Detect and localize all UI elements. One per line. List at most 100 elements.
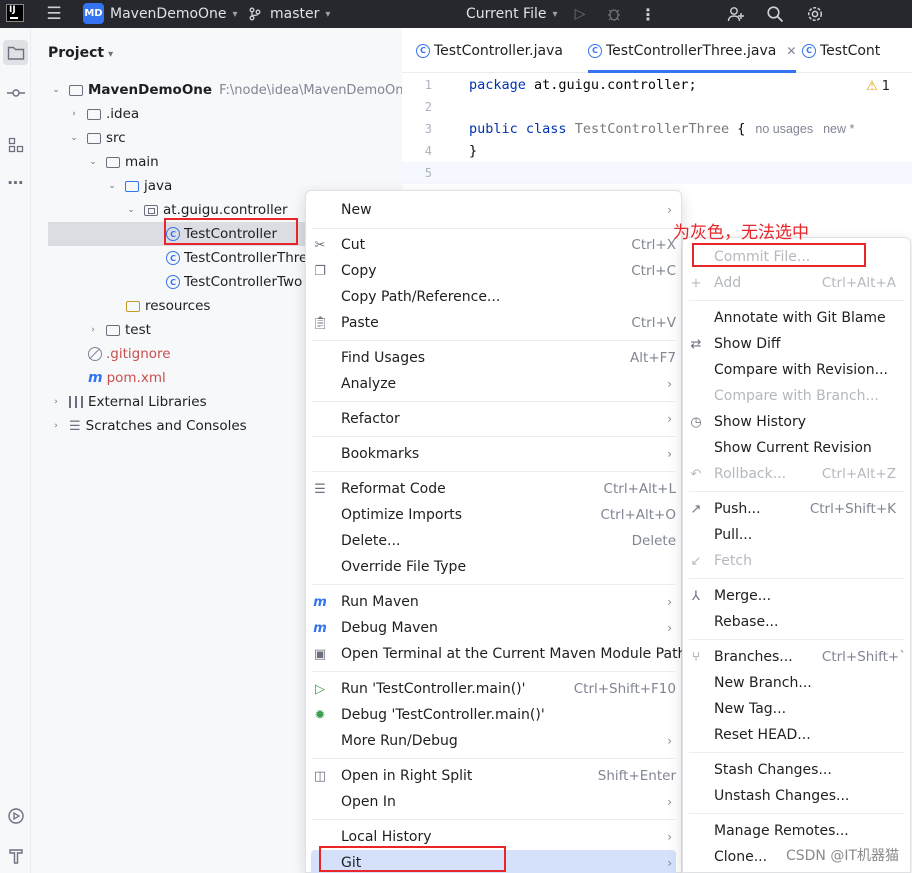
menu-item-delete[interactable]: Delete... Delete [306,528,681,554]
menu-item-more-run-debug[interactable]: More Run/Debug › [306,728,681,754]
tree-item-src[interactable]: ⌄ src [69,126,126,150]
project-badge[interactable]: MD [83,3,104,24]
git-item-merge[interactable]: ⅄ Merge... [683,583,910,609]
branch-name: master [270,6,320,22]
left-tool-strip: ⋯ [0,28,31,873]
inspection-widget[interactable]: ⚠ 1 [866,79,890,94]
project-panel-title[interactable]: Project ▾ [48,45,113,61]
menu-item-find-usages[interactable]: Find Usages Alt+F7 [306,345,681,371]
menu-item-reformat-code[interactable]: ☰ Reformat Code Ctrl+Alt+L [306,476,681,502]
collapsed-arrow-icon[interactable]: › [51,397,61,407]
expanded-arrow-icon[interactable]: ⌄ [51,85,61,95]
submenu-arrow-icon: › [667,621,672,635]
tree-item-testcontrollerthree[interactable]: C TestControllerThree [166,246,316,270]
reformat-lines-icon: ☰ [314,481,326,497]
menu-item-open-right-split[interactable]: ◫ Open in Right Split Shift+Enter [306,763,681,789]
tree-item-main[interactable]: ⌄ main [88,150,159,174]
menu-item-refactor[interactable]: Refactor › [306,406,681,432]
collapsed-arrow-icon[interactable]: › [51,421,61,431]
menu-item-cut[interactable]: ✂ Cut Ctrl+X [306,232,681,258]
tree-item-project-root[interactable]: ⌄ MavenDemoOne F:\node\idea\MavenDemoOne [51,78,411,102]
menu-item-run-maven[interactable]: m Run Maven › [306,589,681,615]
commit-tool-icon[interactable] [3,80,28,105]
run-config-selector[interactable]: Current File ▾ [466,0,558,28]
git-item-push[interactable]: ↗ Push... Ctrl+Shift+K [683,496,910,522]
git-item-show-diff[interactable]: ⇄ Show Diff [683,331,910,357]
menu-item-debug-maven[interactable]: m Debug Maven › [306,615,681,641]
more-tools-icon[interactable]: ⋯ [3,170,28,195]
split-view-icon: ◫ [313,768,327,784]
more-actions-icon[interactable]: ⋮ [640,0,656,28]
git-item-annotate[interactable]: Annotate with Git Blame [683,305,910,331]
class-icon: C [416,43,430,58]
structure-tool-icon[interactable] [3,132,28,157]
tree-item-java[interactable]: ⌄ java [107,174,172,198]
menu-item-run-main[interactable]: ▷ Run 'TestController.main()' Ctrl+Shift+F… [306,676,681,702]
git-item-compare-revision[interactable]: Compare with Revision... [683,357,910,383]
submenu-arrow-icon: › [667,795,672,809]
library-icon [69,396,83,408]
collapsed-arrow-icon[interactable]: › [88,325,98,335]
tree-item-testcontrollertwo[interactable]: C TestControllerTwo [166,270,302,294]
git-item-unstash[interactable]: Unstash Changes... [683,783,910,809]
git-item-stash[interactable]: Stash Changes... [683,757,910,783]
menu-item-paste[interactable]: 📋︎ Paste Ctrl+V [306,310,681,336]
git-item-new-branch[interactable]: New Branch... [683,670,910,696]
menu-separator [689,578,904,579]
branch-selector[interactable]: master ▾ [248,0,330,28]
project-selector[interactable]: MavenDemoOne ▾ [110,0,238,28]
tab-testcontrollerthree[interactable]: C TestControllerThree.java ✕ [588,28,797,73]
annotation-text: 为灰色，无法选中 [673,223,809,243]
tree-item-pom[interactable]: m pom.xml [88,366,166,390]
search-icon[interactable] [764,0,786,28]
tree-item-external-libraries[interactable]: › External Libraries [51,390,206,414]
tab-testcontroller[interactable]: C TestController.java [416,28,563,73]
tree-item-test[interactable]: › test [88,318,151,342]
services-tool-icon[interactable] [3,803,28,828]
menu-item-new[interactable]: New › [306,197,681,223]
build-tool-icon[interactable] [3,843,28,868]
menu-item-optimize-imports[interactable]: Optimize Imports Ctrl+Alt+O [306,502,681,528]
git-item-show-history[interactable]: ◷ Show History [683,409,910,435]
main-menu-icon[interactable]: ☰ [44,0,64,28]
menu-item-debug-main[interactable]: ✹ Debug 'TestController.main()' [306,702,681,728]
settings-gear-icon[interactable] [804,0,826,28]
tree-item-idea[interactable]: › .idea [69,102,139,126]
menu-item-bookmarks[interactable]: Bookmarks › [306,441,681,467]
code-line-class: public class TestControllerThree {no usa… [469,121,855,137]
git-item-add: + Add Ctrl+Alt+A [683,270,910,296]
source-folder-icon [125,180,139,192]
add-user-icon[interactable] [725,0,747,28]
tree-item-gitignore[interactable]: .gitignore [88,342,171,366]
menu-item-open-terminal[interactable]: ▣ Open Terminal at the Current Maven Modu… [306,641,687,667]
expanded-arrow-icon[interactable]: ⌄ [88,157,98,167]
submenu-arrow-icon: › [667,447,672,461]
tree-item-scratches[interactable]: › ☰ Scratches and Consoles [51,414,247,438]
project-tool-folder-icon[interactable] [3,40,28,65]
highlight-box-git [319,846,506,872]
expanded-arrow-icon[interactable]: ⌄ [126,205,136,215]
menu-item-analyze[interactable]: Analyze › [306,371,681,397]
git-item-manage-remotes[interactable]: Manage Remotes... [683,818,910,844]
menu-item-copy[interactable]: ❐ Copy Ctrl+C [306,258,681,284]
git-item-pull[interactable]: Pull... [683,522,910,548]
close-tab-icon[interactable]: ✕ [786,44,796,58]
tab-testcontrollertwo[interactable]: C TestCont [802,28,880,73]
expanded-arrow-icon[interactable]: ⌄ [107,181,117,191]
git-item-show-current-revision[interactable]: Show Current Revision [683,435,910,461]
tree-item-resources[interactable]: resources [126,294,210,318]
git-item-reset-head[interactable]: Reset HEAD... [683,722,910,748]
run-icon[interactable]: ▷ [572,0,588,28]
menu-item-override-file-type[interactable]: Override File Type [306,554,681,580]
menu-item-open-in[interactable]: Open In › [306,789,681,815]
class-icon: C [166,275,180,289]
debug-icon[interactable] [604,0,624,28]
git-item-rebase[interactable]: Rebase... [683,609,910,635]
menu-item-copy-path[interactable]: Copy Path/Reference... [306,284,681,310]
expanded-arrow-icon[interactable]: ⌄ [69,133,79,143]
intellij-logo-icon[interactable]: IJ [6,4,24,22]
git-item-new-tag[interactable]: New Tag... [683,696,910,722]
submenu-arrow-icon: › [667,203,672,217]
collapsed-arrow-icon[interactable]: › [69,109,79,119]
git-item-branches[interactable]: ⑂ Branches... Ctrl+Shift+` [683,644,910,670]
